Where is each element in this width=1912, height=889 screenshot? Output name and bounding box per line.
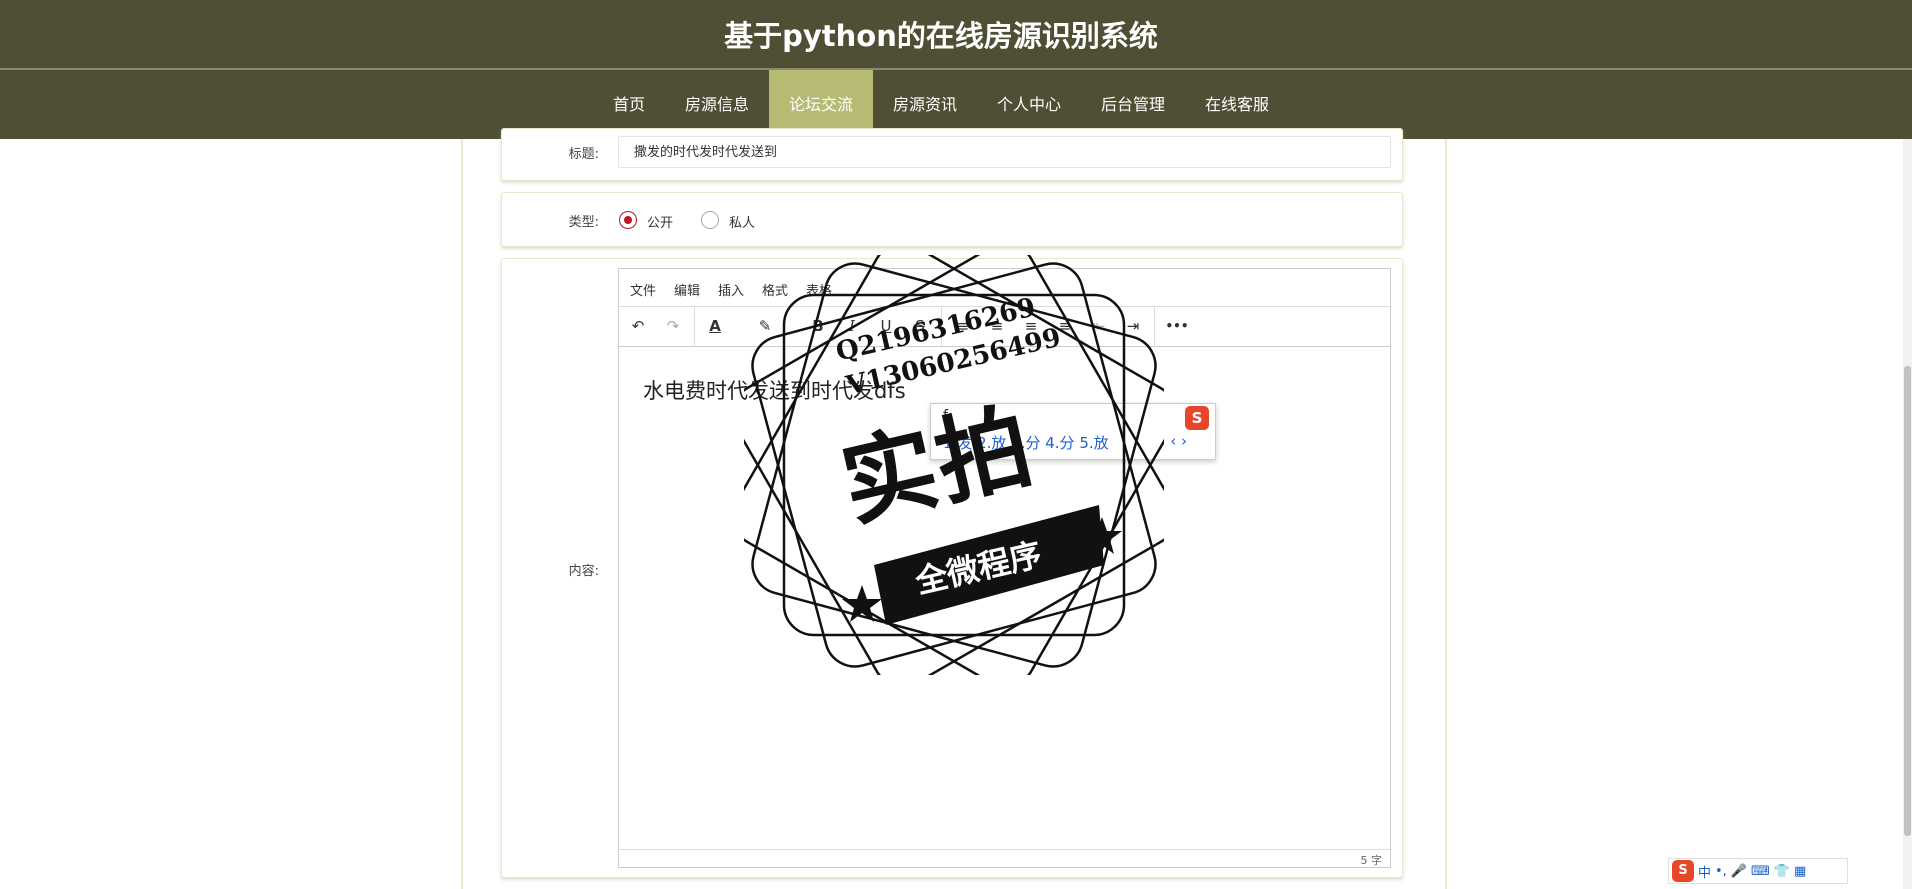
watermark-stamp: Q2196316269 V13060256499 实拍 全微程序 bbox=[744, 255, 1164, 675]
ime-page-nav[interactable]: ‹ › bbox=[1170, 432, 1187, 450]
ime-punct-toggle[interactable]: •, bbox=[1715, 864, 1727, 879]
undo-icon[interactable]: ↶ bbox=[626, 314, 650, 338]
menu-file[interactable]: 文件 bbox=[630, 280, 656, 299]
ime-status-bar: S 中 •, 🎤 ⌨ 👕 ▦ bbox=[1668, 858, 1848, 884]
radio-public-label[interactable]: 公开 bbox=[647, 212, 673, 231]
sogou-icon[interactable]: S bbox=[1672, 860, 1694, 882]
site-title: 基于python的在线房源识别系统 bbox=[724, 19, 1158, 53]
redo-icon[interactable]: ↷ bbox=[661, 314, 685, 338]
ime-lang-toggle[interactable]: 中 bbox=[1698, 862, 1711, 881]
skin-icon[interactable]: 👕 bbox=[1774, 864, 1790, 879]
radio-private[interactable] bbox=[701, 211, 719, 229]
word-count: 5 字 bbox=[1360, 854, 1383, 867]
menu-edit[interactable]: 编辑 bbox=[674, 280, 700, 299]
radio-public[interactable] bbox=[619, 211, 637, 229]
title-label: 标题: bbox=[568, 147, 599, 162]
title-input[interactable]: 撒发的时代发时代发送到 bbox=[618, 136, 1391, 168]
sogou-logo-icon: S bbox=[1185, 406, 1209, 430]
toolbar-separator bbox=[694, 306, 695, 346]
toolbox-icon[interactable]: ▦ bbox=[1794, 864, 1806, 879]
editor-statusbar: 5 字 bbox=[619, 849, 1390, 868]
microphone-icon[interactable]: 🎤 bbox=[1731, 864, 1747, 879]
type-label: 类型: bbox=[568, 215, 599, 230]
page-scrollbar[interactable] bbox=[1903, 139, 1912, 889]
scrollbar-thumb[interactable] bbox=[1904, 366, 1911, 836]
radio-private-label[interactable]: 私人 bbox=[729, 212, 755, 231]
site-header: 基于python的在线房源识别系统 首页 房源信息 论坛交流 房源资讯 个人中心… bbox=[0, 0, 1912, 139]
keyboard-icon[interactable]: ⌨ bbox=[1751, 864, 1770, 879]
menu-insert[interactable]: 插入 bbox=[718, 280, 744, 299]
font-color-icon[interactable]: A bbox=[703, 314, 727, 338]
more-icon[interactable]: ••• bbox=[1165, 314, 1189, 338]
content-label: 内容: bbox=[568, 564, 599, 579]
